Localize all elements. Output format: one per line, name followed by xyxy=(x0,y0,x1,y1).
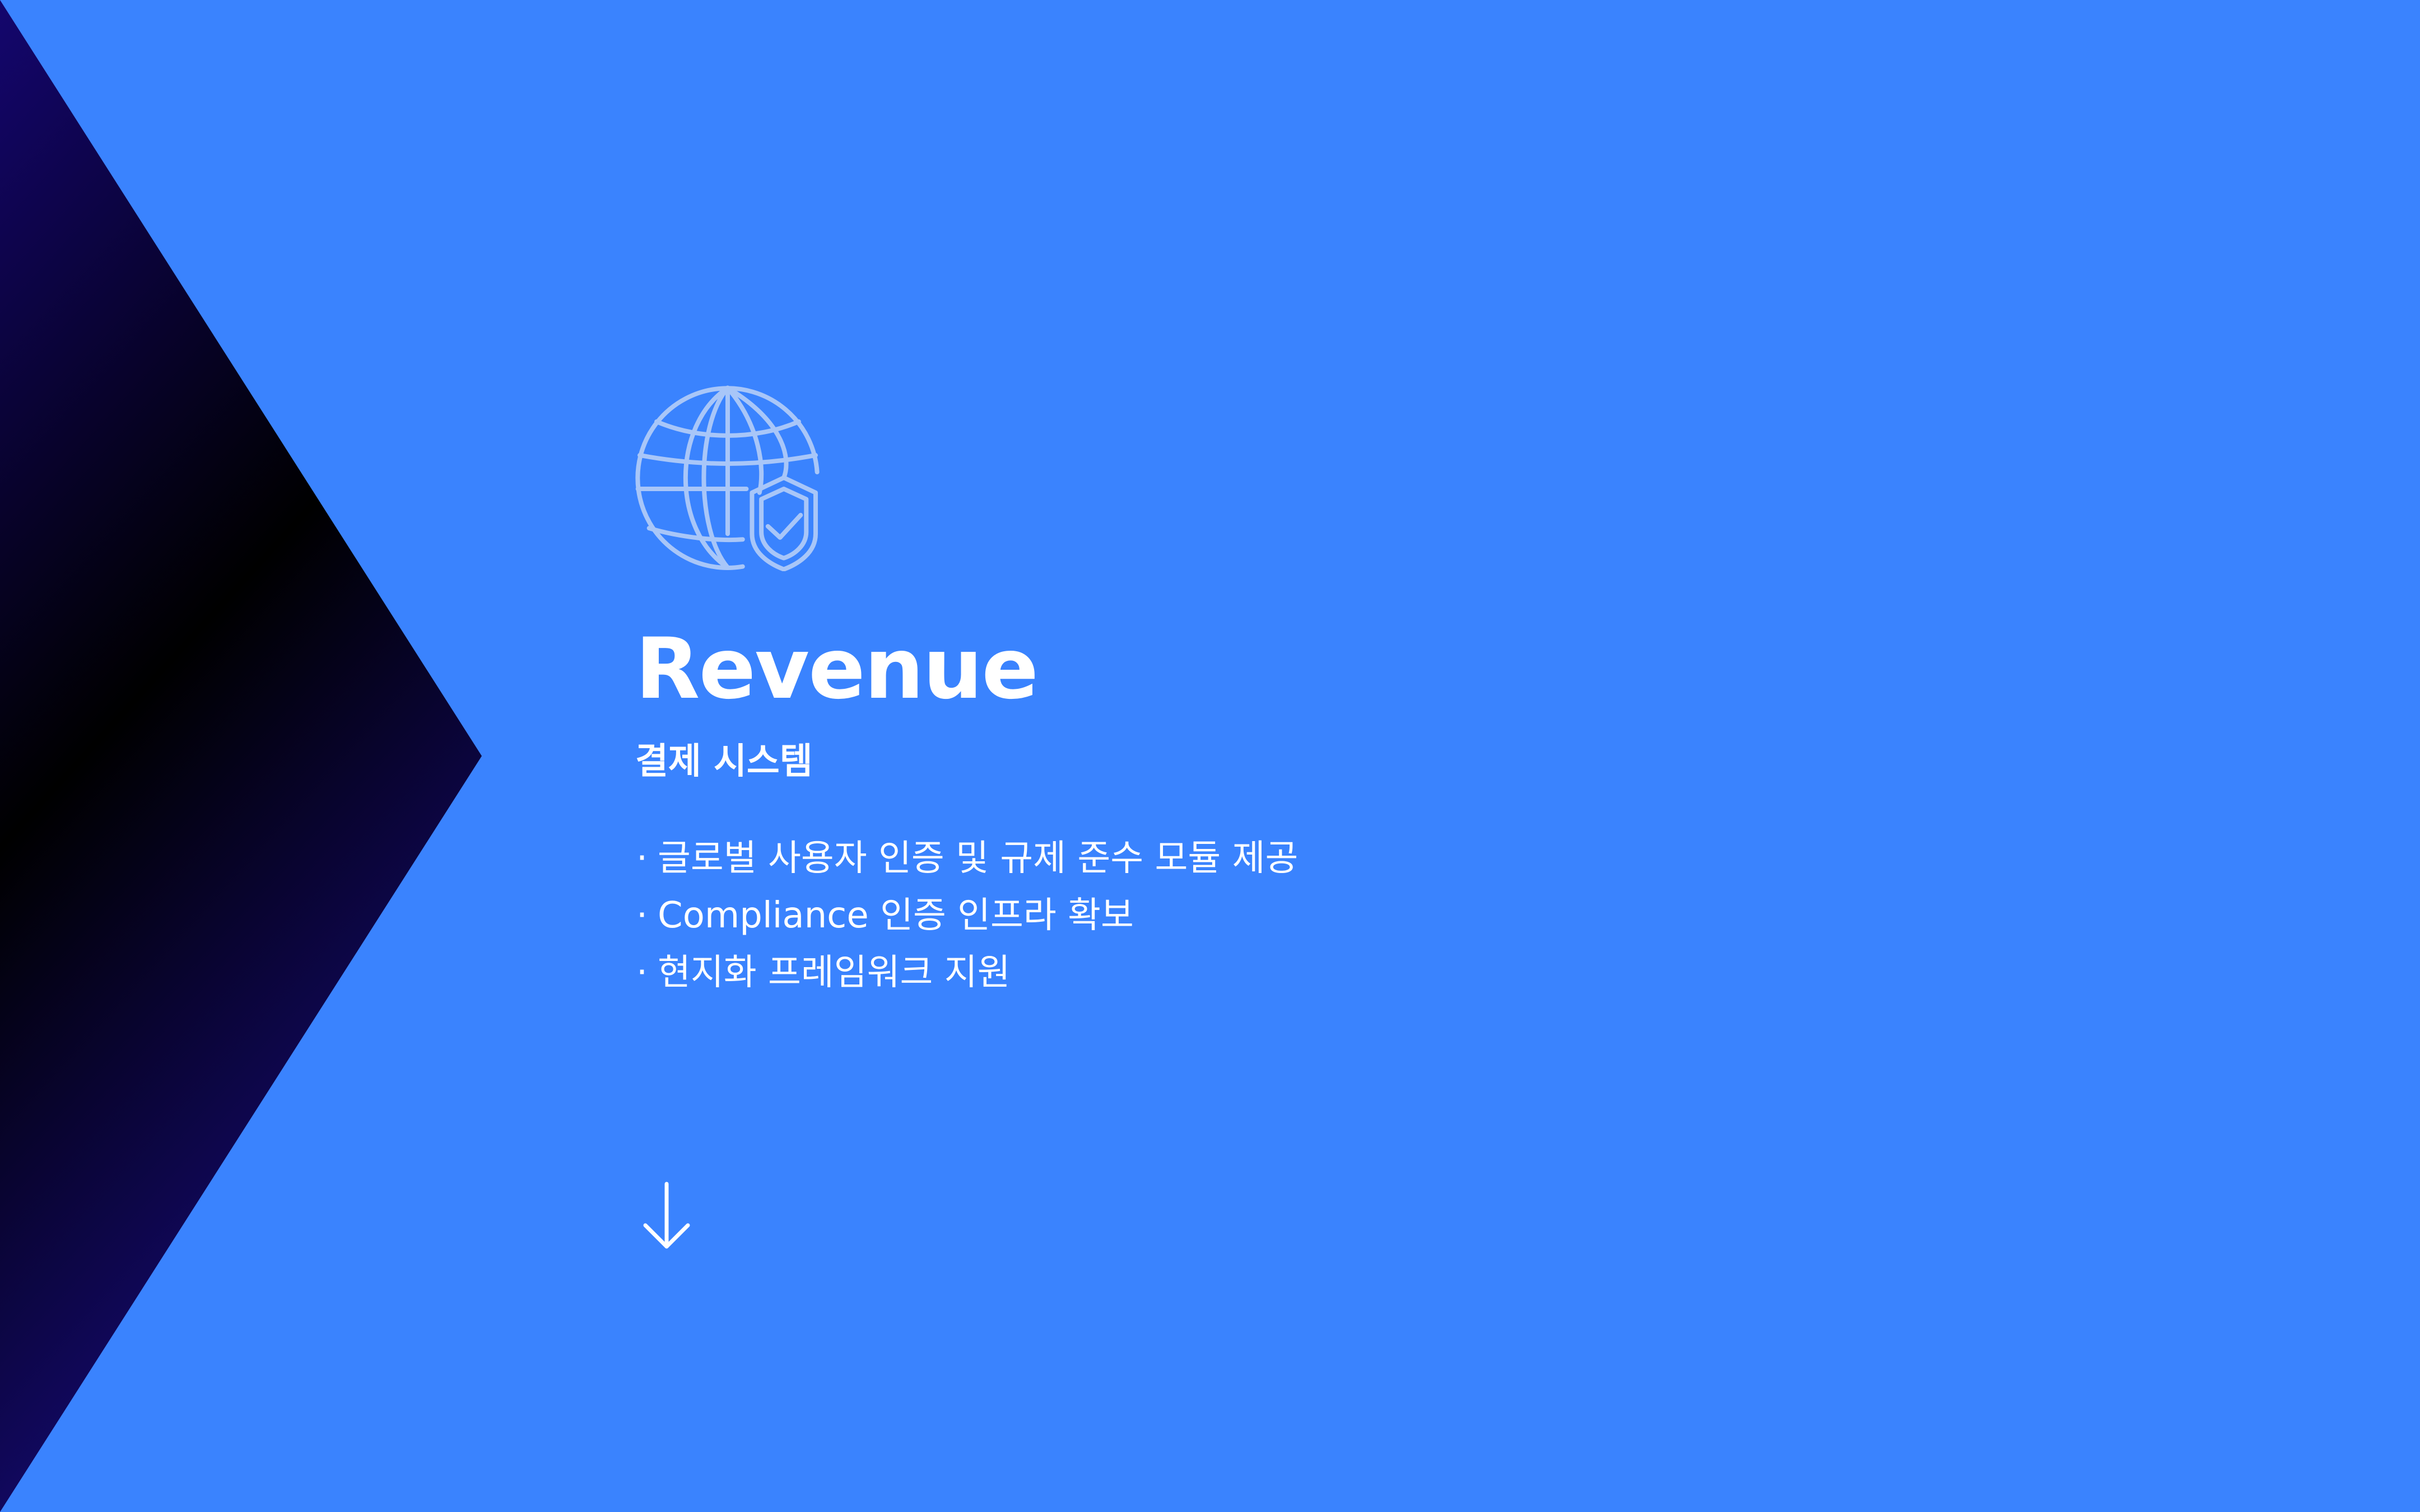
page-subtitle: 결제 시스템 xyxy=(635,741,813,782)
feature-text: 현지화 프레임워크 지원 xyxy=(658,952,1011,993)
feature-item: · 현지화 프레임워크 지원 xyxy=(635,944,1980,1001)
feature-item: · 글로벌 사용자 인증 및 규제 준수 모듈 제공 xyxy=(635,830,1980,887)
feature-item: · Compliance 인증 인프라 확보 xyxy=(635,887,1980,944)
bullet-glyph: · xyxy=(636,952,648,993)
hero-section: Revenue 결제 시스템 · 글로벌 사용자 인증 및 규제 준수 모듈 제… xyxy=(0,0,2420,1512)
arrow-down-icon xyxy=(643,1182,690,1249)
bullet-glyph: · xyxy=(636,895,648,936)
scroll-down-button[interactable] xyxy=(639,1179,695,1252)
globe-shield-check-icon xyxy=(635,385,820,571)
feature-list: · 글로벌 사용자 인증 및 규제 준수 모듈 제공 · Compliance … xyxy=(635,830,1980,1001)
hero-content: Revenue 결제 시스템 · 글로벌 사용자 인증 및 규제 준수 모듈 제… xyxy=(635,384,1980,1001)
bullet-glyph: · xyxy=(636,838,648,879)
page-title: Revenue xyxy=(635,620,1039,718)
feature-text: 글로벌 사용자 인증 및 규제 준수 모듈 제공 xyxy=(658,838,1299,879)
feature-text: Compliance 인증 인프라 확보 xyxy=(658,895,1134,936)
